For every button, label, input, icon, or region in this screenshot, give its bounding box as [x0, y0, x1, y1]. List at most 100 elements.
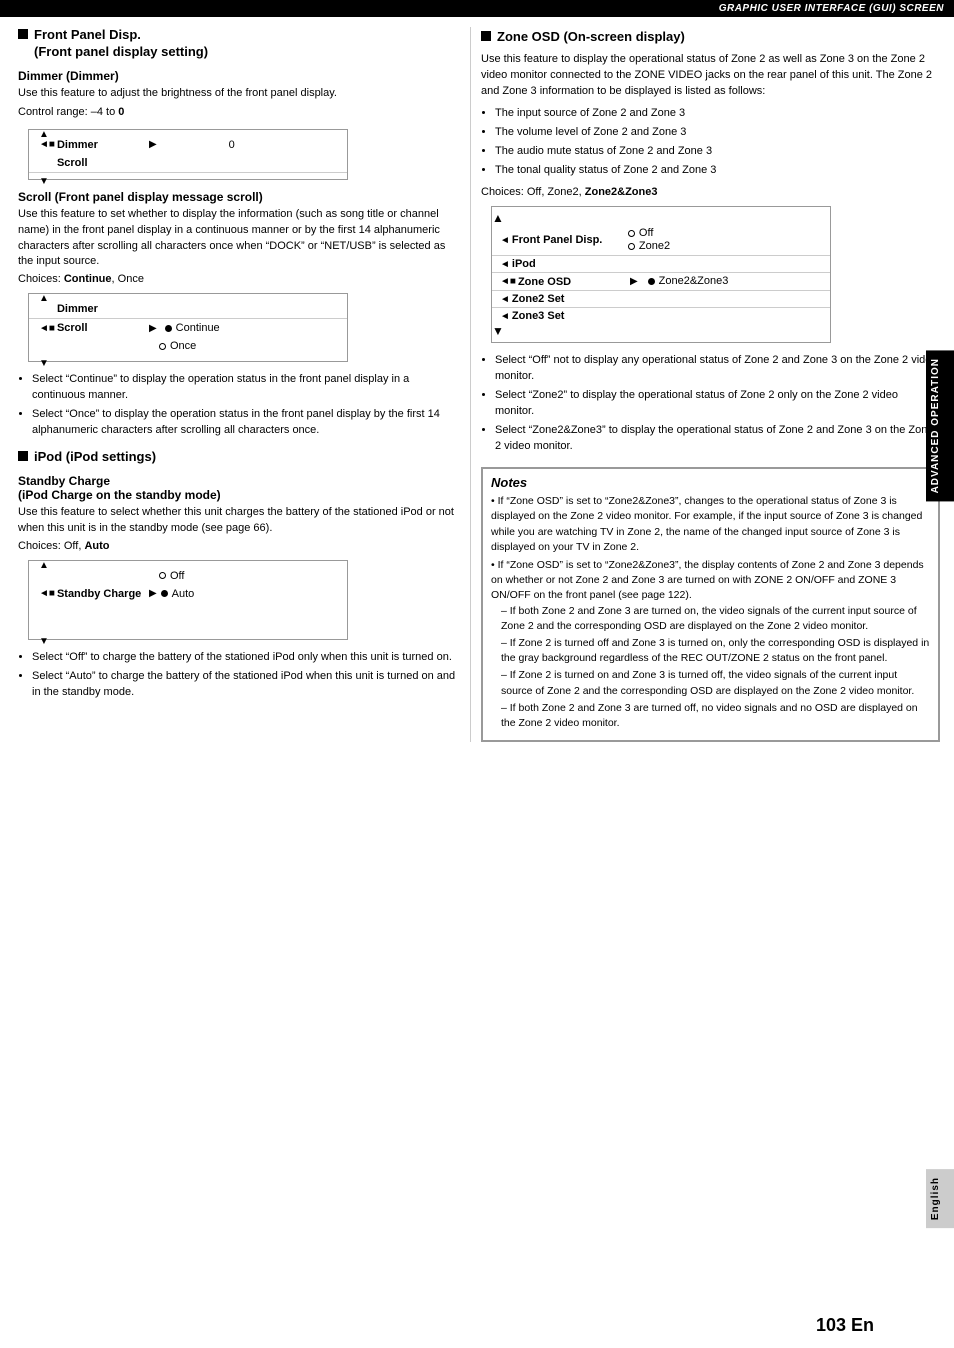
page-number: 103 En — [816, 1315, 874, 1336]
zone-bullet-2: The volume level of Zone 2 and Zone 3 — [495, 125, 940, 141]
scroll-body: Use this feature to set whether to displ… — [18, 207, 456, 271]
english-tab: English — [926, 1169, 954, 1228]
zone3-set-label: Zone3 Set — [512, 310, 622, 322]
scroll-right-arrow-icon: ▶ — [149, 323, 157, 334]
zone-osd-left-arrow-icon: ◄■ — [500, 276, 516, 287]
zone-section: Zone OSD (On-screen display) Use this fe… — [481, 29, 940, 742]
zone-osd-bullet-2: Select “Zone2” to display the operationa… — [495, 388, 940, 420]
zone2-set-row: ◄ Zone2 Set — [492, 290, 830, 307]
standby-choices: Choices: Off, Auto — [18, 540, 456, 552]
standby-menu-diagram: ▲ Off ◄■ Standby Charge ▶ Auto ▼ — [28, 560, 348, 640]
zone-osd-bullet-3: Select “Zone2&Zone3” to display the oper… — [495, 423, 940, 455]
spacer-icon: ◄■ — [39, 157, 55, 168]
ipod-row: ◄ iPod — [492, 255, 830, 272]
standby-body: Use this feature to select whether this … — [18, 505, 456, 537]
notes-sub-3: – If Zone 2 is turned on and Zone 3 is t… — [501, 668, 930, 698]
front-panel-disp-label: Front Panel Disp. — [512, 234, 622, 246]
scroll-choices: Choices: Continue, Once — [18, 273, 456, 285]
notes-sub-4: – If both Zone 2 and Zone 3 are turned o… — [501, 701, 930, 731]
ipod-bullet-icon — [18, 451, 28, 461]
front-panel-disp-row: ◄ Front Panel Disp. Off Zone2 — [492, 225, 830, 255]
zone23-option: Zone2&Zone3 — [648, 275, 729, 287]
scroll-row-1: ◄■ Scroll — [29, 154, 347, 173]
right-arrow-icon: ▶ — [149, 139, 157, 150]
left-arrow-icon: ◄■ — [39, 139, 55, 150]
zone2-left-arrow-icon: ◄ — [500, 294, 510, 305]
page: GRAPHIC USER INTERFACE (GUI) SCREEN Fron… — [0, 0, 954, 1348]
zone-arrow-bottom: ▼ — [492, 324, 830, 338]
zone-arrow-top: ▲ — [492, 211, 830, 225]
front-panel-heading: Front Panel Disp. (Front panel display s… — [18, 27, 456, 61]
zone-osd-menu-label: Zone OSD — [518, 276, 628, 288]
zone-bullet-icon — [481, 31, 491, 41]
zone-osd-body1: Use this feature to display the operatio… — [481, 52, 940, 100]
zone-osd-bullet-1: Select “Off” not to display any operatio… — [495, 353, 940, 385]
zone-bullet-4: The tonal quality status of Zone 2 and Z… — [495, 163, 940, 179]
fp-zone2-radio-icon — [628, 243, 635, 250]
scroll-bullet-list: Select “Continue” to display the operati… — [32, 372, 456, 439]
dimmer-label: Dimmer — [57, 139, 147, 151]
standby-bullet-2: Select “Auto” to charge the battery of t… — [32, 669, 456, 701]
zone-osd-right-arrow-icon: ▶ — [630, 276, 638, 287]
notes-item-1: • If “Zone OSD” is set to “Zone2&Zone3”,… — [491, 494, 930, 555]
scroll-label-2: Scroll — [57, 322, 147, 334]
menu-arrow-top-icon: ▲ — [39, 129, 49, 140]
scroll-subheading: Scroll (Front panel display message scro… — [18, 190, 456, 204]
zone-bullet-list: The input source of Zone 2 and Zone 3 Th… — [495, 106, 940, 179]
continue-option-label: Continue — [176, 322, 220, 334]
scroll-bullet-1: Select “Continue” to display the operati… — [32, 372, 456, 404]
ipod-heading: iPod (iPod settings) — [18, 449, 456, 466]
standby-arrow-top: ▲ — [39, 560, 49, 571]
front-panel-title: Front Panel Disp. (Front panel display s… — [34, 27, 208, 61]
zone-left-arrow-icon: ◄ — [500, 235, 510, 246]
spacer2-icon: ◄■ — [39, 304, 55, 315]
standby-arrow-bottom: ▼ — [39, 636, 49, 647]
dimmer-subheading: Dimmer (Dimmer) — [18, 69, 456, 83]
zone23-radio-icon — [648, 278, 655, 285]
standby-right-arrow-icon: ▶ — [149, 588, 157, 599]
continue-radio-icon — [165, 325, 172, 332]
scroll-menu-arrow-bottom: ▼ — [39, 358, 49, 369]
fp-off-radio-icon — [628, 230, 635, 237]
off-radio-icon — [159, 572, 166, 579]
scroll-bullet-2: Select “Once” to display the operation s… — [32, 407, 456, 439]
ipod-left-arrow-icon: ◄ — [500, 259, 510, 270]
zone-osd-title: Zone OSD (On-screen display) — [497, 29, 685, 46]
main-content: Front Panel Disp. (Front panel display s… — [0, 17, 954, 742]
left-column: Front Panel Disp. (Front panel display s… — [0, 27, 470, 742]
zone3-set-row: ◄ Zone3 Set — [492, 307, 830, 324]
dimmer-menu-diagram: ▲ ◄■ Dimmer ▶ 0 ◄■ Scroll ▼ — [28, 129, 348, 180]
standby-charge-label: Standby Charge — [57, 588, 147, 600]
zone-osd-bullet-list: Select “Off” not to display any operatio… — [495, 353, 940, 455]
header-title: GRAPHIC USER INTERFACE (GUI) SCREEN — [719, 3, 944, 14]
off-option: Off — [628, 227, 670, 239]
scroll-left-arrow-icon: ◄■ — [39, 323, 55, 334]
zone-osd-row: ◄■ Zone OSD ▶ Zone2&Zone3 — [492, 272, 830, 290]
zone-osd-options: Zone2&Zone3 — [648, 275, 729, 288]
right-column: Zone OSD (On-screen display) Use this fe… — [470, 27, 954, 742]
standby-off-row: Off — [29, 567, 347, 585]
header-bar: GRAPHIC USER INTERFACE (GUI) SCREEN — [0, 0, 954, 17]
notes-sub-2: – If Zone 2 is turned off and Zone 3 is … — [501, 636, 930, 666]
notes-title: Notes — [491, 475, 930, 490]
standby-bullet-1: Select “Off” to charge the battery of th… — [32, 650, 456, 666]
ipod-title: iPod (iPod settings) — [34, 449, 156, 466]
once-row: Once — [29, 337, 347, 355]
standby-bullet-list: Select “Off” to charge the battery of th… — [32, 650, 456, 701]
zone-osd-heading: Zone OSD (On-screen display) — [481, 29, 940, 46]
once-radio-icon — [159, 343, 166, 350]
ipod-section: iPod (iPod settings) Standby Charge (iPo… — [18, 449, 456, 701]
zone-choices: Choices: Off, Zone2, Zone2&Zone3 — [481, 186, 940, 198]
notes-box: Notes • If “Zone OSD” is set to “Zone2&Z… — [481, 467, 940, 742]
zone3-left-arrow-icon: ◄ — [500, 311, 510, 322]
zone2-set-label: Zone2 Set — [512, 293, 622, 305]
menu-arrow-bottom-icon: ▼ — [39, 176, 49, 187]
once-option-label: Once — [170, 340, 196, 352]
notes-item-2: • If “Zone OSD” is set to “Zone2&Zone3”,… — [491, 558, 930, 731]
zone2-option-1: Zone2 — [628, 240, 670, 252]
notes-sub-1: – If both Zone 2 and Zone 3 are turned o… — [501, 604, 930, 634]
scroll-menu-diagram: ▲ ◄■ Dimmer ◄■ Scroll ▶ Continue Once ▼ — [28, 293, 348, 362]
front-panel-options: Off Zone2 — [628, 227, 670, 253]
standby-left-arrow-icon: ◄■ — [39, 588, 55, 599]
dimmer-control-range: Control range: –4 to 0 — [18, 105, 456, 121]
